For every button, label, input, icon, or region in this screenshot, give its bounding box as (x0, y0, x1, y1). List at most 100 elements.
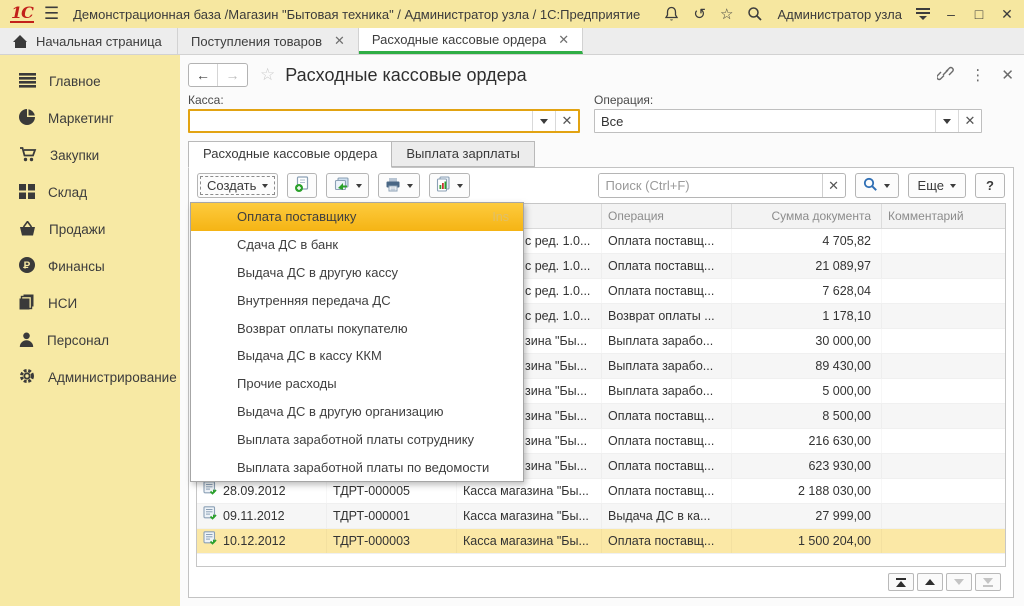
amount-cell: 89 430,00 (732, 354, 882, 378)
tab-vyplata-zarplaty[interactable]: Выплата зарплаты (392, 141, 535, 167)
menu-item[interactable]: Выдача ДС в кассу ККМ (191, 342, 523, 370)
amount-cell: 623 930,00 (732, 454, 882, 478)
menu-item[interactable]: Оплата поставщикуIns (191, 203, 523, 231)
comment-cell (882, 529, 1005, 553)
more-actions-icon[interactable]: ⋮ (970, 66, 985, 84)
load-group-button[interactable] (326, 173, 369, 198)
document-date-cell: 09.11.2012 (197, 504, 327, 528)
grid-icon (19, 184, 35, 202)
operation-clear-icon[interactable]: ✕ (958, 110, 981, 132)
column-header-comment[interactable]: Комментарий (882, 204, 1005, 228)
menu-item[interactable]: Выплата заработной платы по ведомости (191, 453, 523, 481)
notifications-bell-icon[interactable] (664, 6, 679, 22)
go-previous-button[interactable] (917, 573, 943, 591)
posted-document-icon (203, 479, 218, 503)
search-clear-icon[interactable]: ✕ (822, 174, 845, 197)
comment-cell (882, 504, 1005, 528)
column-header-amount[interactable]: Сумма документа (732, 204, 882, 228)
back-button[interactable]: ← (189, 64, 218, 86)
cart-icon (19, 147, 37, 165)
comment-cell (882, 279, 1005, 303)
go-next-button[interactable] (946, 573, 972, 591)
close-tab-icon[interactable]: ✕ (558, 32, 569, 48)
tab-rashodnye-kassovye-ordera[interactable]: Расходные кассовые ордера ✕ (359, 28, 583, 54)
close-tab-icon[interactable]: ✕ (334, 33, 345, 49)
basket-icon (19, 221, 36, 239)
pages-icon (19, 294, 35, 313)
forward-button[interactable]: → (218, 64, 247, 86)
create-button[interactable]: Создать (197, 173, 278, 198)
sidebar-item-zakupki[interactable]: Закупки (0, 137, 180, 174)
operation-input[interactable] (595, 110, 935, 132)
list-tabs: Расходные кассовые ордера Выплата зарпла… (188, 141, 1014, 167)
close-window-button[interactable]: ✕ (1000, 6, 1014, 23)
tab-home[interactable]: Начальная страница (0, 28, 178, 54)
sidebar-item-personal[interactable]: Персонал (0, 322, 180, 359)
section-sidebar: ГлавноеМаркетингЗакупкиСкладПродажиРФина… (0, 55, 180, 606)
operation-cell: Оплата поставщ... (602, 229, 732, 253)
service-menu-icon[interactable] (916, 8, 930, 20)
form-header: ← → ☆ Расходные кассовые ордера ⋮ ✕ (188, 63, 1014, 87)
tab-rashodnye-ordera[interactable]: Расходные кассовые ордера (188, 141, 392, 168)
sidebar-item-glavnoe[interactable]: Главное (0, 63, 180, 100)
report-button[interactable] (429, 173, 470, 198)
create-copy-button[interactable] (287, 173, 317, 198)
operation-cell: Оплата поставщ... (602, 254, 732, 278)
column-header-operation[interactable]: Операция (602, 204, 732, 228)
link-icon[interactable] (937, 66, 954, 84)
sidebar-item-administrirovanie[interactable]: Администрирование (0, 359, 180, 396)
amount-cell: 27 999,00 (732, 504, 882, 528)
menu-item[interactable]: Выплата заработной платы сотруднику (191, 425, 523, 453)
table-row[interactable]: 09.11.2012ТДРТ-000001Касса магазина "Бы.… (197, 504, 1005, 529)
favorites-star-icon[interactable]: ☆ (720, 7, 733, 22)
close-form-icon[interactable]: ✕ (1001, 66, 1014, 84)
menu-item[interactable]: Возврат оплаты покупателю (191, 314, 523, 342)
print-button[interactable] (378, 173, 420, 198)
go-last-button[interactable] (975, 573, 1001, 591)
menu-shortcut: Ins (492, 210, 509, 224)
global-search-icon[interactable] (747, 6, 763, 22)
amount-cell: 216 630,00 (732, 429, 882, 453)
comment-cell (882, 429, 1005, 453)
operation-cell: Выдача ДС в ка... (602, 504, 732, 528)
1c-logo-icon: 1С (10, 6, 34, 23)
operation-dropdown-icon[interactable] (935, 110, 958, 132)
operation-cell: Оплата поставщ... (602, 279, 732, 303)
amount-cell: 8 500,00 (732, 404, 882, 428)
gear-icon (19, 368, 35, 387)
menu-item[interactable]: Прочие расходы (191, 370, 523, 398)
amount-cell: 1 500 204,00 (732, 529, 882, 553)
sidebar-item-finansy[interactable]: РФинансы (0, 248, 180, 285)
operation-cell: Оплата поставщ... (602, 454, 732, 478)
document-date-cell: 10.12.2012 (197, 529, 327, 553)
current-user-label[interactable]: Администратор узла (777, 7, 902, 22)
sidebar-item-marketing[interactable]: Маркетинг (0, 100, 180, 137)
go-first-button[interactable] (888, 573, 914, 591)
menu-item[interactable]: Сдача ДС в банк (191, 231, 523, 259)
history-icon[interactable]: ↺ (693, 7, 706, 22)
kassa-input[interactable] (190, 111, 532, 131)
documents-arrow-icon (333, 177, 350, 195)
table-row[interactable]: 10.12.2012ТДРТ-000003Касса магазина "Бы.… (197, 529, 1005, 554)
maximize-button[interactable]: □ (972, 6, 986, 22)
table-row[interactable]: 28.09.2012ТДРТ-000005Касса магазина "Бы.… (197, 479, 1005, 504)
sidebar-item-sklad[interactable]: Склад (0, 174, 180, 211)
main-menu-icon[interactable]: ☰ (44, 0, 59, 28)
search-settings-button[interactable] (855, 173, 899, 198)
menu-item[interactable]: Выдача ДС в другую организацию (191, 398, 523, 426)
favorite-star-icon[interactable]: ☆ (260, 65, 275, 85)
minimize-button[interactable]: – (944, 6, 958, 22)
sidebar-item-nsi[interactable]: НСИ (0, 285, 180, 322)
report-chart-icon (436, 176, 451, 195)
help-button[interactable]: ? (975, 173, 1005, 198)
kassa-clear-icon[interactable]: ✕ (555, 111, 578, 131)
amount-cell: 21 089,97 (732, 254, 882, 278)
kassa-field: ✕ (188, 109, 580, 133)
menu-item[interactable]: Выдача ДС в другую кассу (191, 259, 523, 287)
tab-postupleniya-tovarov[interactable]: Поступления товаров ✕ (178, 28, 359, 54)
search-input[interactable] (599, 174, 822, 197)
menu-item[interactable]: Внутренняя передача ДС (191, 286, 523, 314)
more-button[interactable]: Еще (908, 173, 966, 198)
kassa-dropdown-icon[interactable] (532, 111, 555, 131)
sidebar-item-prodazhi[interactable]: Продажи (0, 211, 180, 248)
